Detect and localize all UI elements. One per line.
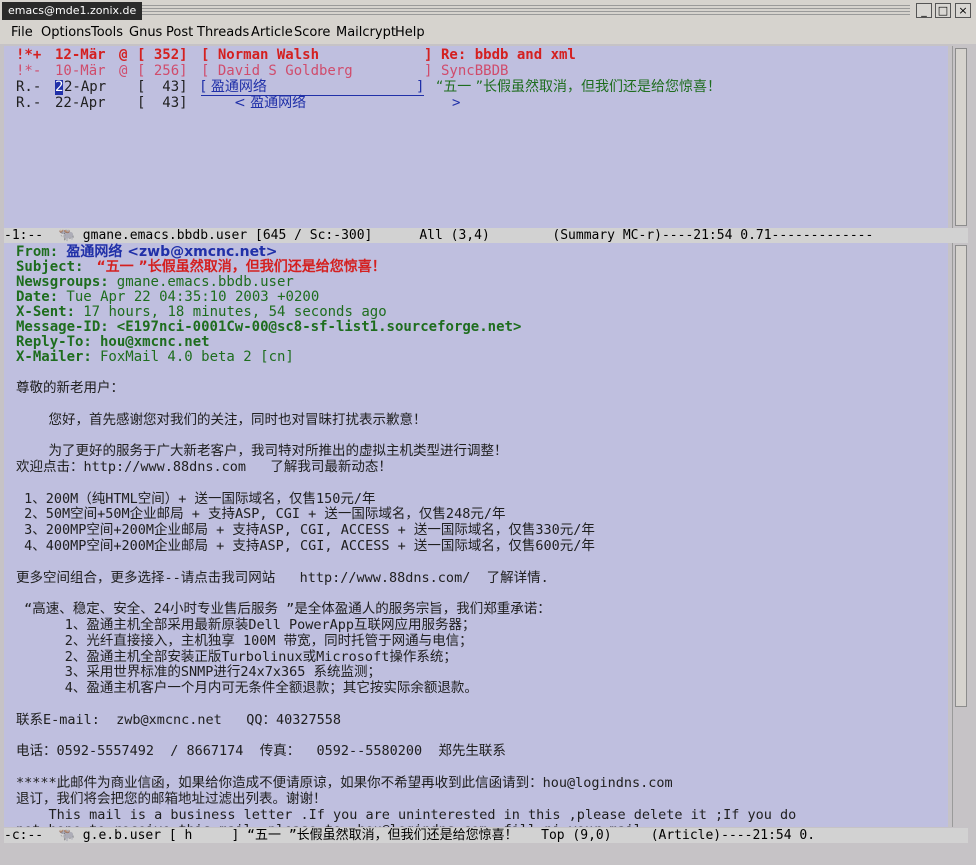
body-line: 3、200MP空间+200M企业邮局 + 支持ASP, CGI, ACCESS … <box>16 522 595 539</box>
body-line: 更多空间组合，更多选择--请点击我司网站 http://www.88dns.co… <box>16 569 549 586</box>
menu-score[interactable]: Score <box>294 25 330 40</box>
body-line: 您好，首先感谢您对我们的关注，同时也对冒昧打扰表示歉意！ <box>16 411 427 428</box>
header-label: Message-ID: <box>16 319 109 335</box>
header-value: FoxMail 4.0 beta 2 [cn] <box>100 349 294 365</box>
text-cursor: 2 <box>55 79 64 95</box>
body-line: not hope to receive this mail ,please to… <box>16 823 642 827</box>
body-line: 2、光纤直接接入，主机独享 100M 带宽，同时托管于网通与电信； <box>16 632 473 649</box>
row-date: 12-Mär <box>55 47 106 63</box>
close-button[interactable]: × <box>955 3 971 18</box>
header-label: X-Sent: <box>16 304 76 320</box>
window-title: emacs@mde1.zonix.de <box>2 2 143 20</box>
article-scrollbar[interactable] <box>952 243 969 827</box>
row-count: [ 43] <box>137 79 188 95</box>
row-score: @ <box>119 47 128 63</box>
summary-scrollbar-thumb[interactable] <box>955 48 967 226</box>
body-line: 退订，我们将会把您的邮箱地址过滤出列表。谢谢！ <box>16 790 327 807</box>
row-date: 2-Apr <box>64 79 107 95</box>
minibuffer[interactable] <box>0 845 976 865</box>
header-label: Newsgroups: <box>16 274 109 290</box>
body-line: 联系E-mail: zwb@xmcnc.net QQ：40327558 <box>16 711 341 728</box>
row-subject: Re: bbdb and xml <box>441 47 576 63</box>
row-subject: “五一 ”长假虽然取消，但我们还是给您惊喜！ <box>436 79 721 95</box>
row-from: [ 盈通网络 <box>201 80 424 96</box>
row-from-close: > <box>452 95 461 111</box>
header-value: 盈通网络 <zwb@xmcnc.net> <box>66 244 278 260</box>
body-line: “高速、稳定、安全、24小时专业售后服务 ”是全体盈通人的服务宗旨，我们郑重承诺… <box>16 601 551 618</box>
row-subject: SyncBBDB <box>441 63 509 79</box>
body-line: *****此邮件为商业信函，如果给你造成不便请原谅，如果你不希望再收到此信函请到… <box>16 775 673 791</box>
article-modeline: -c:-- 🐃 g.e.b.user [ h ] “五一 ”长假虽然取消，但我们… <box>4 828 968 843</box>
header-label: Reply-To: <box>16 334 92 350</box>
menu-article[interactable]: Article <box>251 25 293 40</box>
body-line: 2、50M空间+50M企业邮局 + 支持ASP, CGI + 送一国际域名，仅售… <box>16 506 506 523</box>
body-line: 为了更好的服务于广大新老客户，我司特对所推出的虚拟主机类型进行调整！ <box>16 443 508 460</box>
row-date: 22-Apr <box>55 95 106 111</box>
row-count: [ 256] <box>137 63 188 79</box>
header-label: From: <box>16 244 59 260</box>
row-from-close: ] <box>416 79 425 95</box>
summary-modeline: -1:-- 🐃 gmane.emacs.bbdb.user [645 / Sc:… <box>4 228 968 243</box>
body-line: 4、400MP空间+200M企业邮局 + 支持ASP, CGI, ACCESS … <box>16 538 595 554</box>
header-value: hou@xmcnc.net <box>100 334 210 350</box>
window-titlebar[interactable]: emacs@mde1.zonix.de _ □ × <box>0 0 976 23</box>
menu-gnus[interactable]: Gnus <box>129 25 162 40</box>
menu-threads[interactable]: Threads <box>197 25 249 40</box>
menu-mailcrypt[interactable]: Mailcrypt <box>336 25 396 40</box>
row-score: @ <box>119 63 128 79</box>
body-line: 尊敬的新老用户： <box>16 380 124 396</box>
header-label: Subject: <box>16 259 84 275</box>
header-label: Date: <box>16 289 59 305</box>
row-count: [ 43] <box>137 95 188 111</box>
row-mark: !*- <box>16 63 42 79</box>
row-from: [ David S Goldberg <box>201 63 353 79</box>
row-mark: R.- <box>16 95 42 111</box>
row-from-close: ] <box>424 63 433 79</box>
minimize-button[interactable]: _ <box>916 3 932 18</box>
maximize-button[interactable]: □ <box>935 3 951 18</box>
header-value: gmane.emacs.bbdb.user <box>116 274 294 290</box>
menubar: File Options Tools Gnus Post Threads Art… <box>0 22 976 44</box>
header-value: <E197nci-0001Cw-00@sc8-sf-list1.sourcefo… <box>116 319 522 335</box>
body-line: 欢迎点击：http://www.88dns.com 了解我司最新动态！ <box>16 459 392 475</box>
header-label: X-Mailer: <box>16 349 92 365</box>
row-mark: R.- <box>16 79 42 95</box>
row-from: < 盈通网络 <box>234 95 307 111</box>
summary-pane[interactable]: !*+ 12-Mär @ [ 352] [ Norman Walsh ] Re:… <box>4 46 948 228</box>
article-scrollbar-thumb[interactable] <box>955 245 967 707</box>
row-mark: !*+ <box>16 47 42 63</box>
menu-options[interactable]: Options <box>41 25 91 40</box>
menu-post[interactable]: Post <box>166 25 193 40</box>
article-pane[interactable]: From: 盈通网络 <zwb@xmcnc.net> Subject: “五一 ”长… <box>4 243 948 827</box>
body-line: 1、盈通主机全部采用最新原装Dell PowerApp互联网应用服务器； <box>16 617 476 633</box>
menu-file[interactable]: File <box>11 25 33 40</box>
body-line: 1、200M（纯HTML空间）+ 送一国际域名，仅售150元/年 <box>16 490 376 507</box>
header-value: 17 hours, 18 minutes, 54 seconds ago <box>83 304 387 320</box>
row-from: [ Norman Walsh <box>201 47 320 63</box>
menu-tools[interactable]: Tools <box>91 25 123 40</box>
titlebar-stripes <box>142 5 910 17</box>
body-line: This mail is a business letter .If you a… <box>16 806 797 823</box>
summary-scrollbar[interactable] <box>952 46 969 228</box>
row-date: 10-Mär <box>55 63 106 79</box>
row-from-close: ] <box>424 47 433 63</box>
body-line: 2、盈通主机全部安装正版Turbolinux或Microsoft操作系统； <box>16 648 457 665</box>
body-line: 电话：0592-5557492 / 8667174 传真： 0592--5580… <box>16 743 506 760</box>
menu-help[interactable]: Help <box>395 25 425 40</box>
header-value: “五一 ”长假虽然取消，但我们还是给您惊喜！ <box>91 259 386 275</box>
body-line: 4、盈通主机客户一个月内可无条件全额退款；其它按实际余额退款。 <box>16 680 478 697</box>
header-value: Tue Apr 22 04:35:10 2003 +0200 <box>66 289 320 305</box>
body-line: 3、采用世界标准的SNMP进行24x7x365 系统监测； <box>16 664 382 681</box>
row-count: [ 352] <box>137 47 188 63</box>
